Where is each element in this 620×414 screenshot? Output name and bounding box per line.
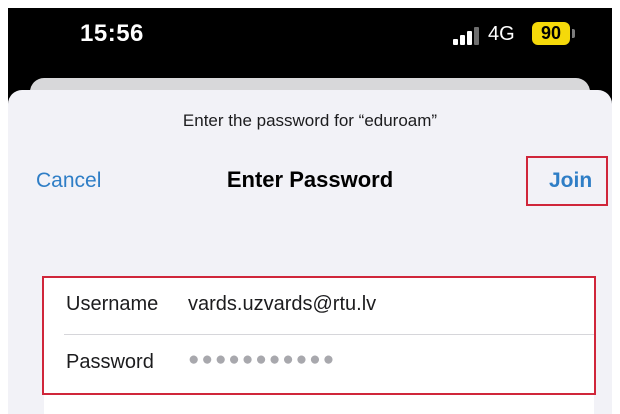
- status-bar: 15:56 4G 90: [8, 8, 612, 88]
- phone-screen: 15:56 4G 90 Enter the password for “edur…: [8, 8, 612, 414]
- clock: 15:56: [80, 20, 144, 47]
- form-highlight-box: [42, 276, 596, 395]
- join-highlight-box: [526, 156, 608, 206]
- battery-terminal: [572, 29, 575, 38]
- battery-icon: 90: [532, 22, 570, 45]
- network-type: 4G: [488, 23, 515, 45]
- dialog-prompt: Enter the password for “eduroam”: [182, 111, 438, 130]
- dialog-title: Enter Password: [226, 167, 394, 192]
- cellular-signal-icon: [453, 27, 479, 45]
